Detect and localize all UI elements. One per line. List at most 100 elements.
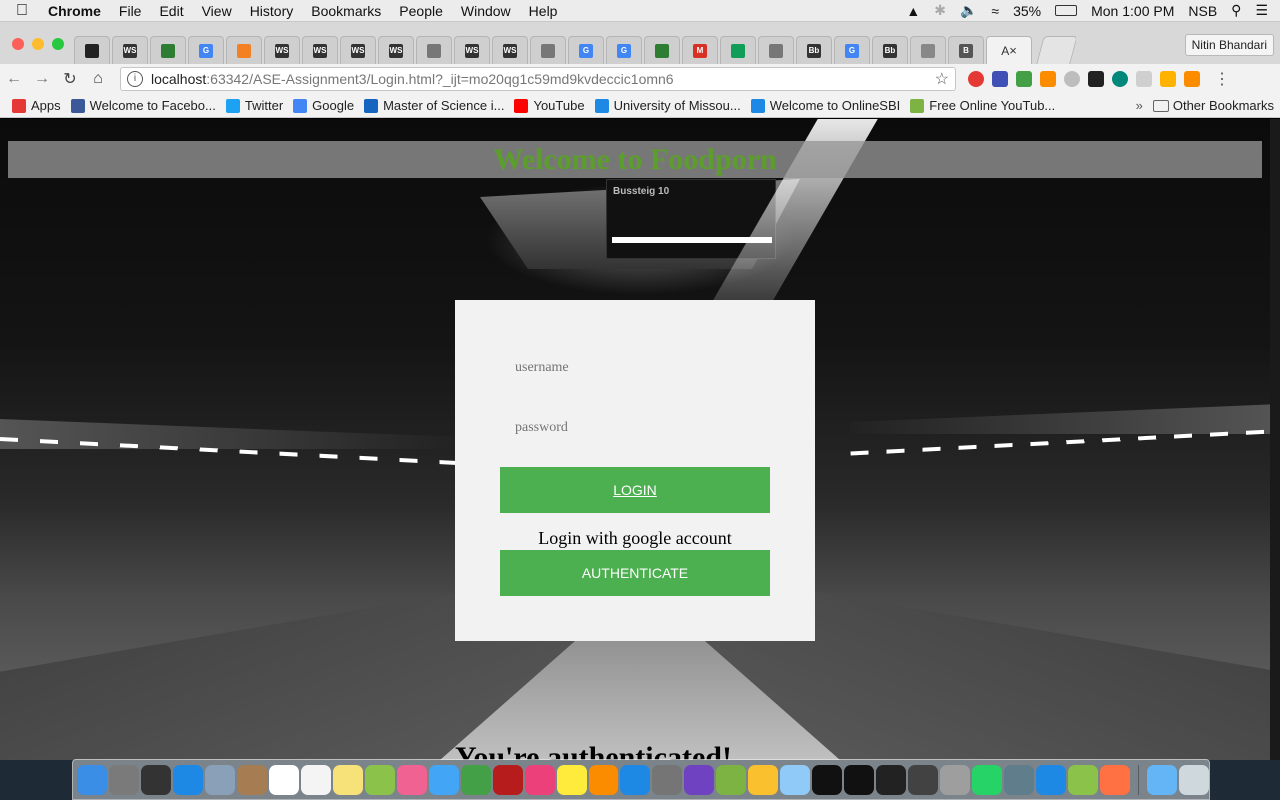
messages-icon[interactable]	[428, 764, 459, 795]
page-scrollbar[interactable]	[1270, 119, 1280, 760]
new-tab-button[interactable]	[1036, 36, 1076, 64]
browser-tab[interactable]: WS	[378, 36, 414, 64]
browser-tab[interactable]	[226, 36, 262, 64]
ibooks-icon[interactable]	[588, 764, 619, 795]
home-button[interactable]: ⌂	[84, 70, 112, 88]
browser-tab[interactable]	[530, 36, 566, 64]
browser-tab[interactable]	[720, 36, 756, 64]
terminal-icon[interactable]	[876, 764, 907, 795]
browser-tab[interactable]: WS	[340, 36, 376, 64]
calendar-extension-icon[interactable]	[1040, 71, 1056, 87]
spotlight-search-icon[interactable]: ⚲	[1231, 2, 1241, 19]
reload-button[interactable]: ↻	[56, 69, 84, 89]
launchpad-icon[interactable]	[108, 764, 139, 795]
browser-tab[interactable]: Bb	[872, 36, 908, 64]
browser-tab[interactable]: WS	[112, 36, 148, 64]
battery-icon[interactable]	[1055, 5, 1078, 16]
menu-help[interactable]: Help	[520, 3, 567, 19]
menu-file[interactable]: File	[110, 3, 151, 19]
zotero-extension-icon[interactable]	[992, 71, 1008, 87]
bookmark-item[interactable]: Google	[293, 98, 354, 113]
minimize-window-button[interactable]	[32, 38, 44, 50]
cloud-extension-icon[interactable]	[1064, 71, 1080, 87]
browser-tab[interactable]: M	[682, 36, 718, 64]
whatsapp-icon[interactable]	[972, 764, 1003, 795]
browser-tab[interactable]: WS	[302, 36, 338, 64]
browser-tab[interactable]: WS	[492, 36, 528, 64]
browser-tab[interactable]: WS	[264, 36, 300, 64]
maps-icon[interactable]	[364, 764, 395, 795]
bookmark-star-icon[interactable]: ☆	[935, 69, 949, 89]
app-store-icon[interactable]	[620, 764, 651, 795]
preview-icon[interactable]	[204, 764, 235, 795]
apple-menu-icon[interactable]: 	[0, 2, 44, 20]
system-preferences-icon[interactable]	[652, 764, 683, 795]
username-input[interactable]	[500, 348, 770, 388]
active-browser-tab[interactable]: A ×	[986, 36, 1032, 64]
menu-app-name[interactable]: Chrome	[44, 3, 110, 19]
browser-tab[interactable]: Bb	[796, 36, 832, 64]
login-button[interactable]: LOGIN	[500, 467, 770, 513]
browser-tab[interactable]: G	[606, 36, 642, 64]
mission-control-icon[interactable]	[140, 764, 171, 795]
bookmark-item[interactable]: YouTube	[514, 98, 585, 113]
pathfinder-icon[interactable]	[908, 764, 939, 795]
maximize-window-button[interactable]	[52, 38, 64, 50]
volume-icon[interactable]: 🔈	[960, 2, 977, 19]
bookmarks-chevron-icon[interactable]: »	[1136, 98, 1143, 113]
reminders-icon[interactable]	[300, 764, 331, 795]
battery-app-icon[interactable]	[1068, 764, 1098, 795]
contacts-icon[interactable]	[236, 764, 267, 795]
browser-tab[interactable]	[644, 36, 680, 64]
chrome-menu-icon[interactable]: ⋮	[1214, 69, 1230, 89]
drive-extension-icon[interactable]	[1136, 71, 1152, 87]
close-window-button[interactable]	[12, 38, 24, 50]
finder-icon[interactable]	[77, 764, 107, 795]
browser-tab[interactable]	[758, 36, 794, 64]
drive-sync-icon[interactable]: ▲	[906, 3, 920, 19]
browser-tab[interactable]	[74, 36, 110, 64]
photos-icon[interactable]	[396, 764, 427, 795]
wifi-icon[interactable]: ≈	[991, 3, 999, 19]
bookmark-item[interactable]: University of Missou...	[594, 98, 741, 113]
bookmark-item[interactable]: Twitter	[225, 98, 283, 113]
browser-tab[interactable]: G	[188, 36, 224, 64]
sword-icon[interactable]	[940, 764, 971, 795]
authenticate-button[interactable]: AUTHENTICATE	[500, 550, 770, 596]
search-extension-icon[interactable]	[1112, 71, 1128, 87]
webstorm-icon[interactable]	[844, 764, 875, 795]
facetime-icon[interactable]	[460, 764, 491, 795]
safari-icon[interactable]	[172, 764, 203, 795]
rss-extension-icon[interactable]	[1184, 71, 1200, 87]
ebay-extension-icon[interactable]	[1160, 71, 1176, 87]
other-bookmarks-link[interactable]: Other Bookmarks	[1173, 98, 1274, 113]
back-button[interactable]: ←	[0, 70, 28, 88]
password-input[interactable]	[500, 408, 770, 448]
browser-tab[interactable]	[416, 36, 452, 64]
browser-tab[interactable]: B	[948, 36, 984, 64]
battery-percent[interactable]: 35%	[1013, 3, 1041, 19]
bookmark-item[interactable]: Master of Science i...	[364, 98, 504, 113]
profile-button[interactable]: Nitin Bhandari	[1184, 34, 1274, 56]
bluetooth-icon[interactable]: ✱	[934, 2, 946, 19]
site-info-icon[interactable]: i	[127, 71, 143, 87]
browser-tab[interactable]: G	[568, 36, 604, 64]
amazon-extension-icon[interactable]	[1088, 71, 1104, 87]
bookmark-item[interactable]: Welcome to Facebo...	[70, 98, 216, 113]
android-studio-icon[interactable]	[716, 764, 747, 795]
browser-tab[interactable]	[910, 36, 946, 64]
pencil-app-icon[interactable]	[1100, 764, 1130, 795]
browser-tab[interactable]: WS	[454, 36, 490, 64]
opera-extension-icon[interactable]	[968, 71, 984, 87]
scanner-icon[interactable]	[1004, 764, 1035, 795]
chrome-icon[interactable]	[748, 764, 779, 795]
stickies-icon[interactable]	[556, 764, 587, 795]
downloads-folder-icon[interactable]	[1146, 764, 1177, 795]
xcode-icon[interactable]	[1036, 764, 1067, 795]
bookmark-item[interactable]: Free Online YouTub...	[910, 98, 1055, 113]
address-bar[interactable]: i localhost :63342/ASE-Assignment3/Login…	[120, 67, 956, 91]
clock[interactable]: Mon 1:00 PM	[1091, 3, 1174, 19]
menu-bookmarks[interactable]: Bookmarks	[302, 3, 390, 19]
menu-history[interactable]: History	[241, 3, 303, 19]
forward-button[interactable]: →	[28, 70, 56, 88]
